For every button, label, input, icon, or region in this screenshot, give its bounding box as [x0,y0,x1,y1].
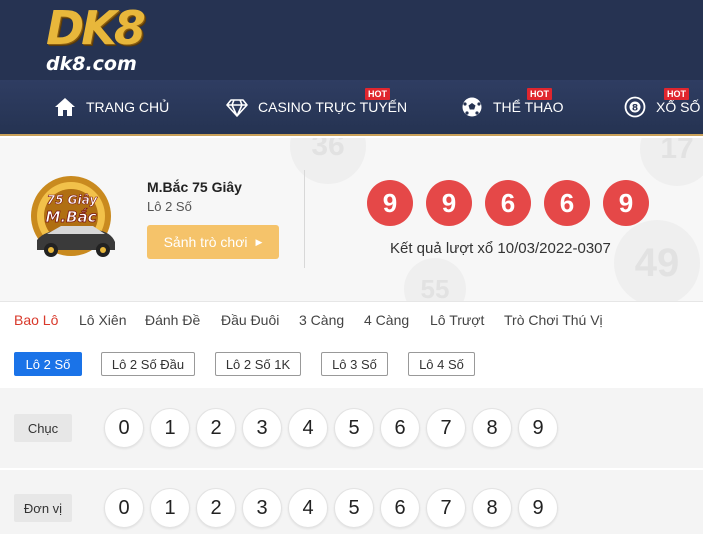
tab-3-cang[interactable]: 3 Càng [299,312,344,328]
digit-ball[interactable]: 2 [196,408,236,448]
dk8-logo[interactable]: DK8 dk8.com [46,2,166,80]
digit-ball[interactable]: 9 [518,488,558,528]
tab-4-cang[interactable]: 4 Càng [364,312,409,328]
tab-bao-lo[interactable]: Bao Lô [14,312,58,328]
diamond-icon [226,96,248,118]
tab-danh-de[interactable]: Đánh Đề [145,312,200,328]
game-logo: 75 Giây M.Bắc [25,174,121,262]
digit-ball[interactable]: 2 [196,488,236,528]
tab-tro-choi-thu-vi[interactable]: Trò Chơi Thú Vị [504,312,603,328]
game-logo-seconds: 75 Giây [47,193,99,207]
digit-ball[interactable]: 4 [288,408,328,448]
home-icon [54,96,76,118]
digit-ball[interactable]: 4 [288,488,328,528]
hot-badge-casino: HOT [365,88,390,100]
nav-label-home: TRANG CHỦ [86,99,170,115]
result-ball: 9 [603,180,649,226]
svg-text:8: 8 [632,104,638,114]
subtab-lo-3-so[interactable]: Lô 3 Số [321,352,388,376]
tab-dau-duoi[interactable]: Đầu Đuôi [221,312,279,328]
game-title: M.Bắc 75 Giây [147,179,242,195]
nav-label-lottery: XỔ SỐ [656,99,701,115]
digit-ball[interactable]: 7 [426,408,466,448]
digit-ball[interactable]: 3 [242,408,282,448]
background-ball: 49 [614,220,700,301]
row-label-tens: Chục [14,414,72,442]
row-label-units: Đơn vị [14,494,72,522]
digit-ball[interactable]: 9 [518,408,558,448]
result-ball: 6 [544,180,590,226]
result-numbers: 9 9 6 6 9 [367,180,657,226]
tab-lo-truot[interactable]: Lô Trượt [430,312,484,328]
digit-ball[interactable]: 0 [104,408,144,448]
digit-row-tens: Chục 0 1 2 3 4 5 6 7 8 9 [0,388,703,468]
subtab-lo-2-so-dau[interactable]: Lô 2 Số Đầu [101,352,195,376]
result-ball: 9 [367,180,413,226]
bet-subtype-tabs: Lô 2 Số Lô 2 Số Đầu Lô 2 Số 1K Lô 3 Số L… [0,338,703,388]
lottery-ball-icon: 8 [624,96,646,118]
digit-ball[interactable]: 3 [242,488,282,528]
background-ball: 55 [404,258,466,301]
game-lobby-label: Sảnh trò chơi [163,234,248,250]
nav-label-sports: THỂ THAO [493,99,564,115]
digit-row-units: Đơn vị 0 1 2 3 4 5 6 7 8 9 [0,470,703,534]
nav-label-casino: CASINO TRỰC TUYẾN [258,99,408,115]
main-nav: TRANG CHỦ CASINO TRỰC TUYẾN HOT THỂ THAO… [0,80,703,136]
hot-badge-lottery: HOT [664,88,689,100]
background-ball: 17 [640,138,703,186]
result-draw-label: Kết quả lượt xổ 10/03/2022-0307 [390,240,611,257]
background-ball: 36 [290,138,366,184]
digit-ball[interactable]: 6 [380,488,420,528]
tab-lo-xien[interactable]: Lô Xiên [79,312,126,328]
result-ball: 9 [426,180,472,226]
digit-ball[interactable]: 1 [150,488,190,528]
digit-ball[interactable]: 6 [380,408,420,448]
info-divider [304,170,305,268]
digit-ball[interactable]: 1 [150,408,190,448]
game-subtitle: Lô 2 Số [147,199,192,214]
subtab-lo-4-so[interactable]: Lô 4 Số [408,352,475,376]
nav-item-home[interactable]: TRANG CHỦ [54,80,169,134]
digit-ball[interactable]: 8 [472,408,512,448]
logo-mark: DK8 [46,1,146,55]
subtab-lo-2-so-1k[interactable]: Lô 2 Số 1K [215,352,301,376]
digit-ball[interactable]: 5 [334,408,374,448]
game-info-panel: 36 17 49 55 75 Giây M.Bắc M.Bắc 75 Giây … [0,138,703,302]
bet-type-tabs: Bao Lô Lô Xiên Đánh Đề Đầu Đuôi 3 Càng 4… [0,302,703,338]
digit-ball[interactable]: 0 [104,488,144,528]
result-ball: 6 [485,180,531,226]
logo-domain: dk8.com [46,53,137,75]
soccer-ball-icon [461,96,483,118]
game-lobby-button[interactable]: Sảnh trò chơi ▶ [147,225,279,259]
digit-ball[interactable]: 8 [472,488,512,528]
hot-badge-sports: HOT [527,88,552,100]
play-arrow-icon: ▶ [255,236,263,247]
game-logo-region: M.Bắc [45,207,96,226]
top-header: DK8 dk8.com [0,0,703,80]
subtab-lo-2-so[interactable]: Lô 2 Số [14,352,82,376]
digit-ball[interactable]: 5 [334,488,374,528]
digit-ball[interactable]: 7 [426,488,466,528]
